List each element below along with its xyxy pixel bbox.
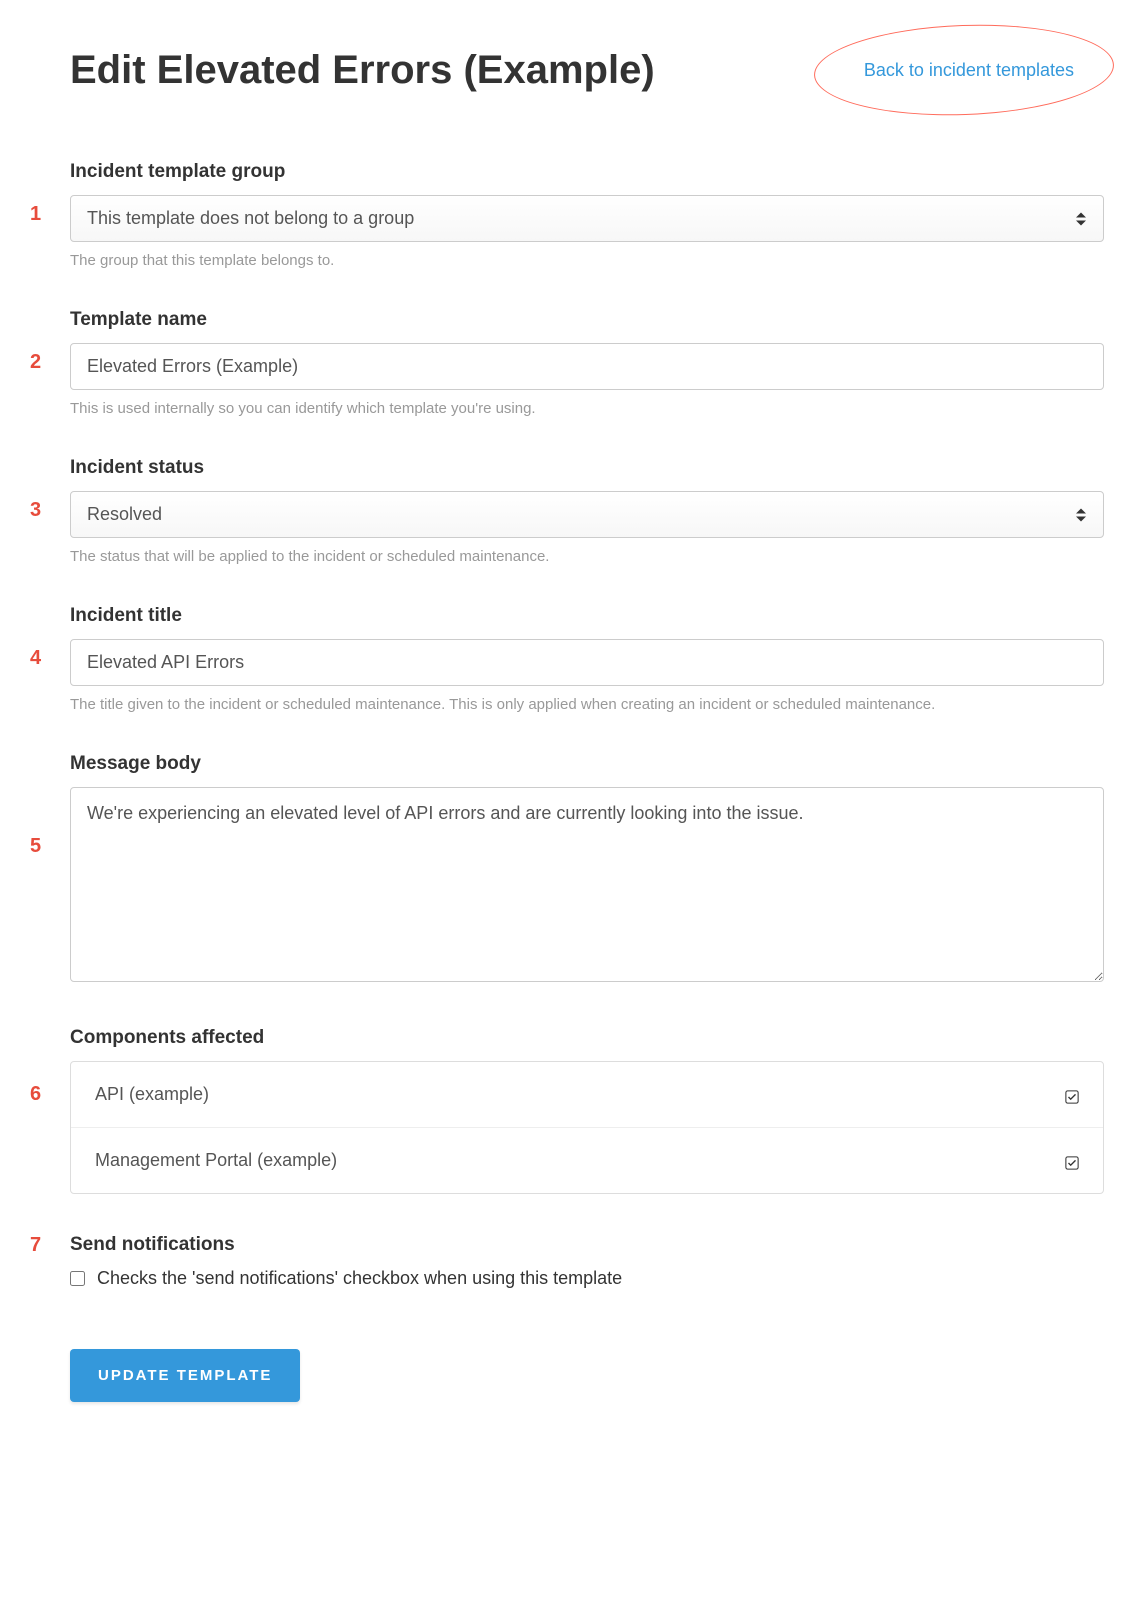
update-template-button[interactable]: UPDATE TEMPLATE bbox=[70, 1349, 300, 1402]
incident-status-label: Incident status bbox=[70, 457, 1104, 479]
annotation-1: 1 bbox=[30, 161, 70, 226]
annotation-7: 7 bbox=[30, 1234, 70, 1257]
page-title: Edit Elevated Errors (Example) bbox=[70, 48, 655, 93]
component-name: Management Portal (example) bbox=[95, 1150, 337, 1171]
message-body-label: Message body bbox=[70, 753, 1104, 775]
checkbox-checked-icon bbox=[1065, 1088, 1079, 1102]
back-to-templates-link[interactable]: Back to incident templates bbox=[834, 40, 1104, 101]
list-item[interactable]: API (example) bbox=[71, 1062, 1103, 1128]
group-label: Incident template group bbox=[70, 161, 1104, 183]
group-help: The group that this template belongs to. bbox=[70, 252, 1104, 269]
component-name: API (example) bbox=[95, 1084, 209, 1105]
template-name-help: This is used internally so you can ident… bbox=[70, 400, 1104, 417]
annotation-2: 2 bbox=[30, 309, 70, 374]
send-notifications-checkbox[interactable] bbox=[70, 1271, 85, 1286]
incident-title-label: Incident title bbox=[70, 605, 1104, 627]
send-notifications-label: Send notifications bbox=[70, 1234, 1104, 1256]
list-item[interactable]: Management Portal (example) bbox=[71, 1128, 1103, 1193]
message-body-textarea[interactable]: We're experiencing an elevated level of … bbox=[70, 787, 1104, 982]
annotation-6: 6 bbox=[30, 1027, 70, 1106]
template-name-input[interactable] bbox=[70, 343, 1104, 390]
components-label: Components affected bbox=[70, 1027, 1104, 1049]
checkbox-checked-icon bbox=[1065, 1154, 1079, 1168]
template-name-label: Template name bbox=[70, 309, 1104, 331]
group-select[interactable]: This template does not belong to a group bbox=[70, 195, 1104, 242]
annotation-4: 4 bbox=[30, 605, 70, 670]
incident-status-select[interactable]: Resolved bbox=[70, 491, 1104, 538]
incident-status-help: The status that will be applied to the i… bbox=[70, 548, 1104, 565]
annotation-5: 5 bbox=[30, 753, 70, 858]
incident-title-input[interactable] bbox=[70, 639, 1104, 686]
send-notifications-desc: Checks the 'send notifications' checkbox… bbox=[97, 1268, 622, 1289]
incident-title-help: The title given to the incident or sched… bbox=[70, 696, 1104, 713]
annotation-3: 3 bbox=[30, 457, 70, 522]
